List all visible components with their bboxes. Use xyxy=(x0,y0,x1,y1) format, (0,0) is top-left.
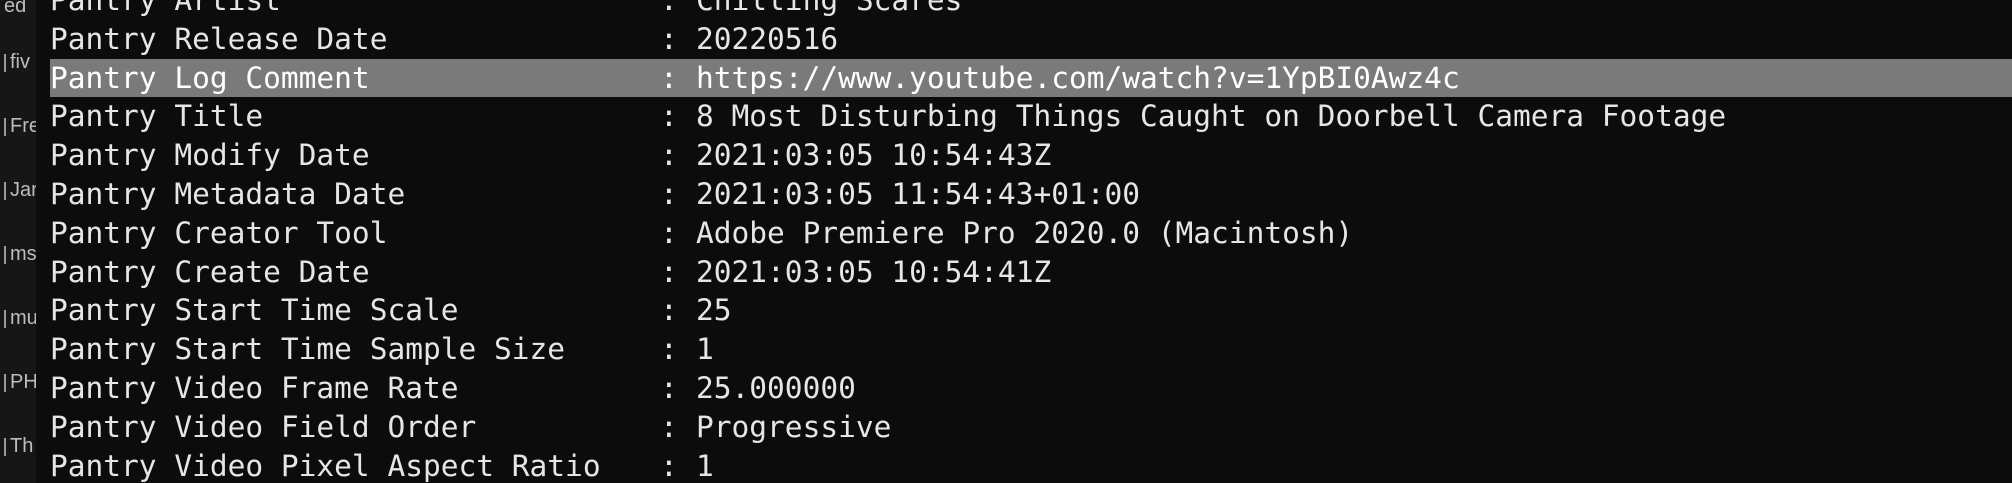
metadata-row: Pantry Artist: Chilling Scares xyxy=(50,0,2012,20)
explorer-item-label: PH xyxy=(10,371,36,393)
metadata-value: 1 xyxy=(696,448,714,483)
terminal-output[interactable]: Pantry Artist: Chilling Scares Pantry Rel… xyxy=(50,0,2012,483)
metadata-key: Pantry Video Pixel Aspect Ratio xyxy=(50,448,601,483)
folder-icon xyxy=(4,437,6,456)
metadata-value: 2021:03:05 10:54:41Z xyxy=(696,254,1052,289)
explorer-item[interactable]: Fre xyxy=(4,114,36,138)
metadata-separator: : xyxy=(660,332,678,367)
explorer-item-label: mu xyxy=(10,307,36,329)
metadata-value: 20220516 xyxy=(696,21,839,56)
metadata-row-selected[interactable]: Pantry Log Comment: https://www.youtube.c… xyxy=(50,58,2012,98)
metadata-value: 25 xyxy=(696,293,732,328)
metadata-row: Pantry Create Date:2021:03:05 10:54:41Z xyxy=(50,253,2012,292)
metadata-key: Pantry Create Date xyxy=(50,254,370,289)
explorer-item-label: Fre xyxy=(10,115,36,137)
metadata-value: 8 Most Disturbing Things Caught on Doorb… xyxy=(696,99,1727,134)
explorer-item[interactable]: mu xyxy=(4,306,36,330)
metadata-separator: : xyxy=(660,409,678,444)
metadata-separator: : xyxy=(660,0,678,17)
metadata-separator: : xyxy=(660,370,678,405)
metadata-value: 2021:03:05 10:54:43Z xyxy=(696,138,1052,173)
metadata-key: Pantry Modify Date xyxy=(50,138,370,173)
metadata-key: Pantry Video Field Order xyxy=(50,409,477,444)
metadata-separator: : xyxy=(660,176,678,211)
metadata-row: Pantry Video Pixel Aspect Ratio:1 xyxy=(50,447,2012,483)
metadata-value: 1 xyxy=(696,332,714,367)
explorer-item-label: Jar xyxy=(10,179,36,201)
metadata-row: Pantry Creator Tool: Adobe Premiere Pro 2… xyxy=(50,214,2012,253)
metadata-separator: : xyxy=(660,60,678,95)
metadata-row: Pantry Title:8 Most Disturbing Things Ca… xyxy=(50,97,2012,136)
metadata-value: 25.000000 xyxy=(696,370,856,405)
metadata-key: Pantry Log Comment xyxy=(50,60,370,95)
explorer-item[interactable]: Th xyxy=(4,434,36,458)
metadata-key: Pantry Creator Tool xyxy=(50,215,388,250)
explorer-item[interactable]: PH xyxy=(4,370,36,394)
metadata-row: Pantry Modify Date:2021:03:05 10:54:43Z xyxy=(50,136,2012,175)
metadata-value: Progressive xyxy=(696,409,892,444)
metadata-value: Adobe Premiere Pro 2020.0 (Macintosh) xyxy=(696,215,1354,250)
metadata-separator: : xyxy=(660,21,678,56)
metadata-key: Pantry Release Date xyxy=(50,21,388,56)
folder-icon xyxy=(4,245,6,264)
metadata-separator: : xyxy=(660,99,678,134)
explorer-item-label: ms xyxy=(10,243,36,265)
metadata-row: Pantry Metadata Date:2021:03:05 11:54:43… xyxy=(50,175,2012,214)
metadata-key: Pantry Metadata Date xyxy=(50,176,406,211)
metadata-row: Pantry Video Frame Rate:25.000000 xyxy=(50,369,2012,408)
metadata-key: Pantry Video Frame Rate xyxy=(50,370,459,405)
metadata-value: Chilling Scares xyxy=(696,0,963,17)
folder-icon xyxy=(4,309,6,328)
metadata-row: Pantry Video Field Order: Progressive xyxy=(50,408,2012,447)
terminal-window: ed fiv Fre Jar ms mu PH Th Pantry Artist… xyxy=(0,0,2012,483)
file-explorer-strip: ed fiv Fre Jar ms mu PH Th xyxy=(0,0,36,483)
folder-icon xyxy=(4,373,6,392)
metadata-key: Pantry Start Time Scale xyxy=(50,293,459,328)
metadata-separator: : xyxy=(660,215,678,250)
explorer-item[interactable]: ed xyxy=(4,0,36,18)
metadata-separator: : xyxy=(660,293,678,328)
metadata-key: Pantry Start Time Sample Size xyxy=(50,332,566,367)
metadata-separator: : xyxy=(660,138,678,173)
metadata-value: 2021:03:05 11:54:43+01:00 xyxy=(696,176,1141,211)
metadata-row: Pantry Release Date:20220516 xyxy=(50,20,2012,59)
metadata-row: Pantry Start Time Scale:25 xyxy=(50,291,2012,330)
metadata-key: Pantry Title xyxy=(50,99,264,134)
explorer-item[interactable]: Jar xyxy=(4,178,36,202)
metadata-separator: : xyxy=(660,254,678,289)
metadata-value: https://www.youtube.com/watch?v=1YpBI0Aw… xyxy=(696,60,1460,95)
metadata-separator: : xyxy=(660,448,678,483)
explorer-item-label: ed xyxy=(4,0,27,17)
explorer-item-label: Th xyxy=(10,435,34,457)
folder-icon xyxy=(4,53,6,72)
explorer-item[interactable]: ms xyxy=(4,242,36,266)
explorer-item[interactable]: fiv xyxy=(4,50,36,74)
metadata-row: Pantry Start Time Sample Size:1 xyxy=(50,330,2012,369)
folder-icon xyxy=(4,181,6,200)
explorer-item-label: fiv xyxy=(10,51,30,73)
metadata-key: Pantry Artist xyxy=(50,0,281,17)
folder-icon xyxy=(4,117,6,136)
